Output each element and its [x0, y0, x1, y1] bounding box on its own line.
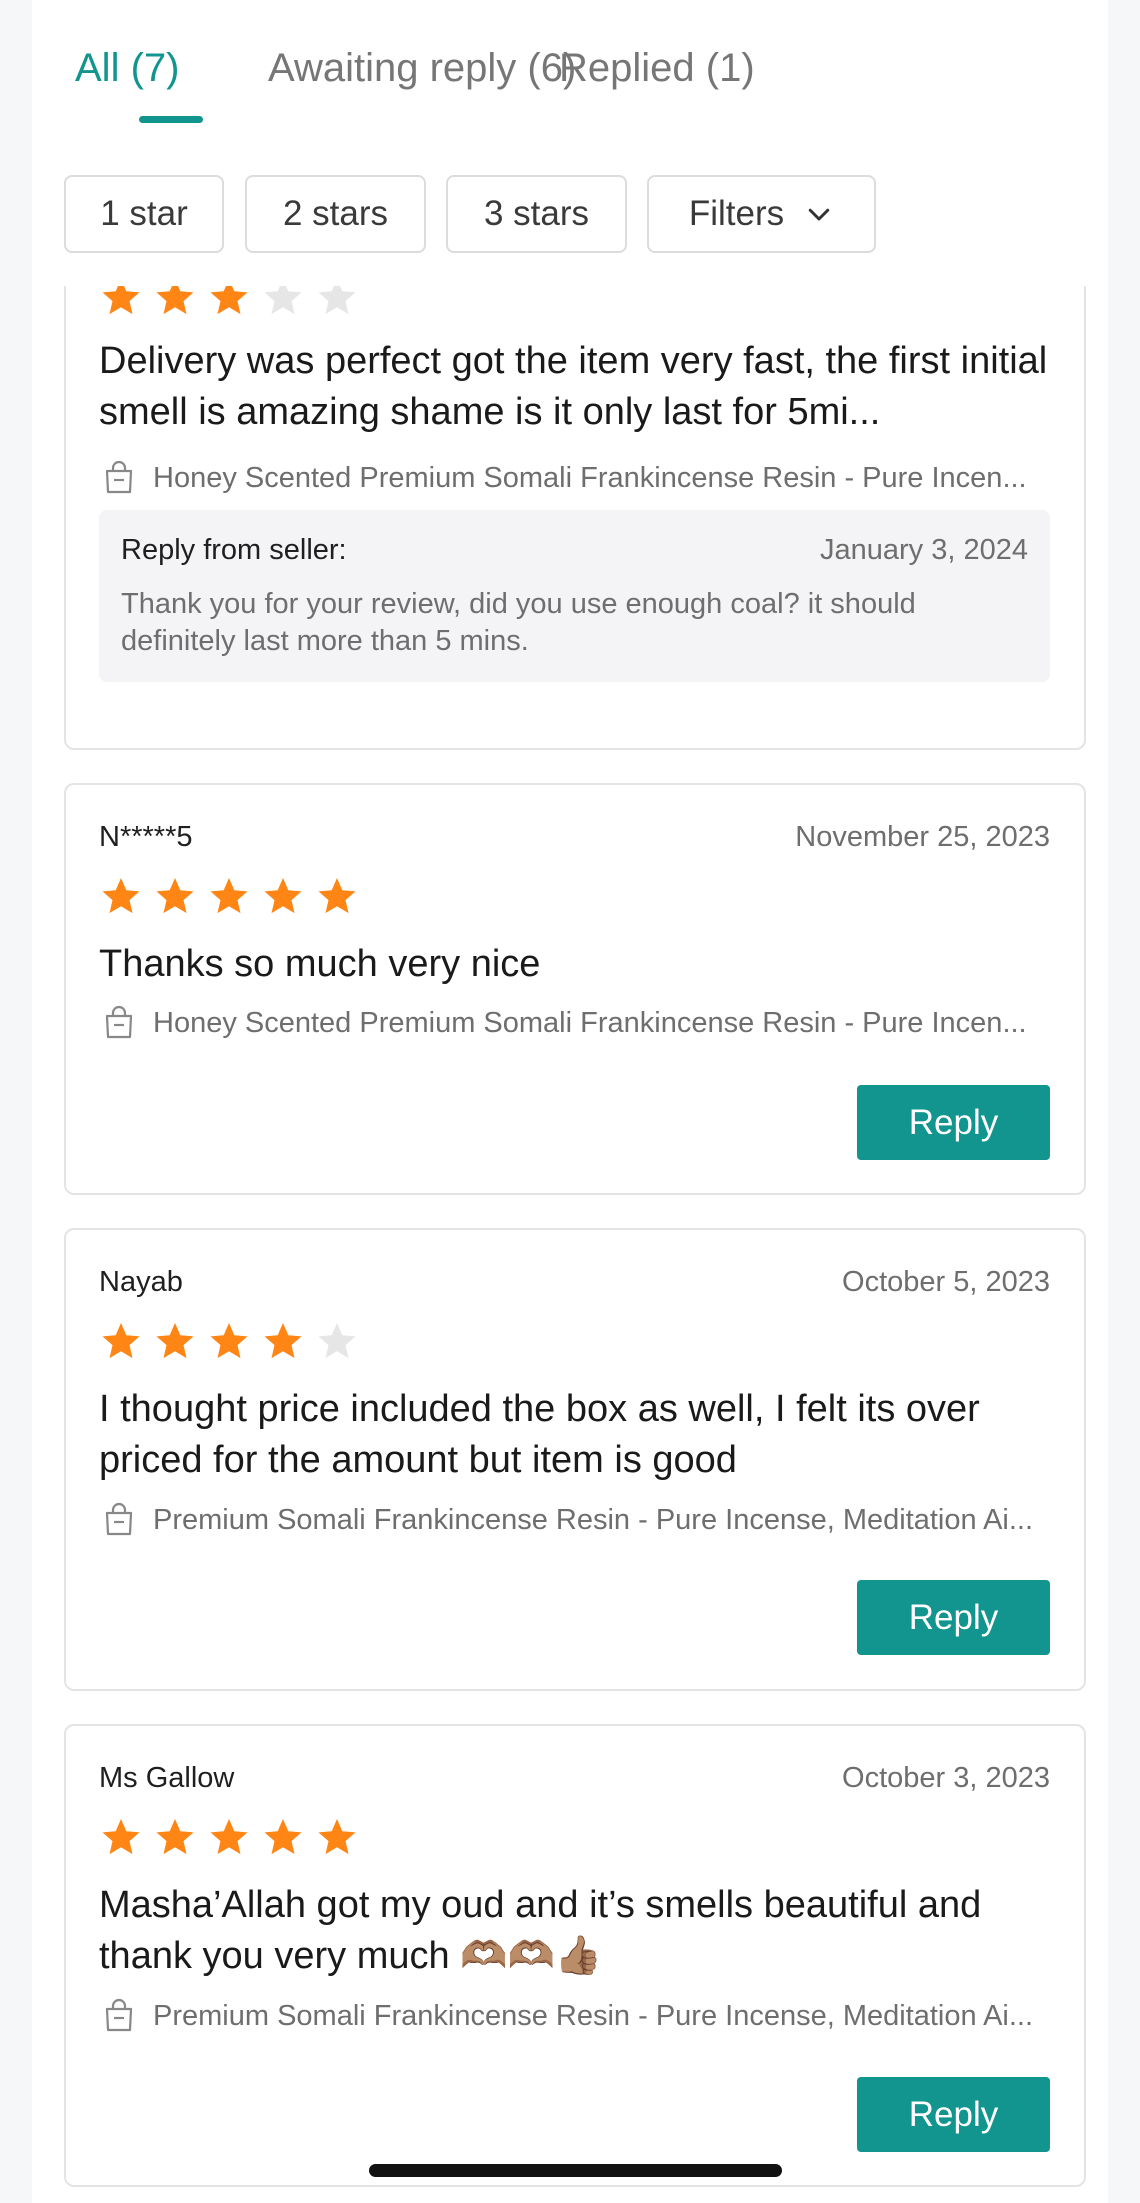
filter-chip-3-stars[interactable]: 3 stars: [446, 175, 627, 253]
seller-reply-text: Thank you for your review, did you use e…: [121, 588, 916, 657]
seller-reply-label: Reply from seller:: [121, 534, 347, 566]
star-filled-icon: [264, 878, 302, 914]
shopping-bag-icon: [105, 1005, 133, 1039]
product-link[interactable]: Honey Scented Premium Somali Frankincens…: [101, 458, 1054, 498]
review-date: October 3, 2023: [842, 1762, 1050, 1794]
product-name: Honey Scented Premium Somali Frankincens…: [153, 1006, 1027, 1039]
seller-reply-date: January 3, 2024: [820, 534, 1028, 566]
star-filled-icon: [156, 286, 194, 315]
star-filled-icon: [156, 1323, 194, 1359]
star-filled-icon: [318, 1819, 356, 1855]
active-tab-indicator: [139, 116, 203, 123]
reviewer-name: Ms Gallow: [99, 1762, 235, 1794]
reply-button[interactable]: Reply: [857, 1085, 1050, 1160]
reply-button[interactable]: Reply: [857, 1580, 1050, 1655]
shopping-bag-icon: [105, 1998, 133, 2032]
chevron-down-icon: [808, 208, 830, 221]
shopping-bag-icon: [105, 460, 133, 494]
star-filled-icon: [264, 1323, 302, 1359]
star-filled-icon: [102, 878, 140, 914]
star-filled-icon: [210, 286, 248, 315]
star-filled-icon: [156, 1819, 194, 1855]
filter-chip-2-stars[interactable]: 2 stars: [245, 175, 426, 253]
review-list[interactable]: Delivery was perfect got the item very f…: [32, 286, 1108, 2203]
review-text: Delivery was perfect got the item very f…: [99, 340, 1048, 433]
reviewer-name: Nayab: [99, 1266, 183, 1298]
review-date: November 25, 2023: [795, 821, 1050, 853]
review-text: Thanks so much very nice: [99, 943, 541, 985]
star-filled-icon: [210, 1819, 248, 1855]
reply-button[interactable]: Reply: [857, 2077, 1050, 2152]
star-empty-icon: [264, 286, 302, 315]
star-filled-icon: [102, 1323, 140, 1359]
filters-dropdown[interactable]: Filters: [647, 175, 876, 253]
filter-chip-1-star[interactable]: 1 star: [64, 175, 224, 253]
star-empty-icon: [318, 286, 356, 315]
review-card: N*****5 November 25, 2023 Thanks so much…: [64, 783, 1086, 1195]
filters-dropdown-label: Filters: [688, 194, 785, 233]
product-name: Premium Somali Frankincense Resin - Pure…: [153, 1999, 1034, 2032]
star-filled-icon: [264, 1819, 302, 1855]
review-card: Delivery was perfect got the item very f…: [64, 286, 1086, 750]
reviews-panel: All (7) Awaiting reply (6) Replied (1) 1…: [32, 0, 1108, 2203]
star-filled-icon: [210, 878, 248, 914]
tab-all[interactable]: All (7): [75, 46, 179, 91]
product-name: Honey Scented Premium Somali Frankincens…: [153, 461, 1027, 494]
review-card: Ms Gallow October 3, 2023 Masha’Allah go…: [64, 1724, 1086, 2187]
seller-reply-box: Reply from seller: January 3, 2024 Thank…: [99, 510, 1050, 682]
tab-replied[interactable]: Replied (1): [559, 46, 755, 91]
review-card: Nayab October 5, 2023 I thought price in…: [64, 1228, 1086, 1691]
star-filled-icon: [210, 1323, 248, 1359]
star-filled-icon: [102, 1819, 140, 1855]
shopping-bag-icon: [105, 1502, 133, 1536]
home-indicator[interactable]: [369, 2164, 782, 2177]
product-link[interactable]: Honey Scented Premium Somali Frankincens…: [101, 1003, 1054, 1043]
reviewer-name: N*****5: [99, 821, 193, 853]
review-text: Masha’Allah got my oud and it’s smells b…: [99, 1884, 982, 1977]
star-filled-icon: [156, 878, 194, 914]
star-filled-icon: [102, 286, 140, 315]
product-link[interactable]: Premium Somali Frankincense Resin - Pure…: [101, 1996, 1054, 2036]
product-name: Premium Somali Frankincense Resin - Pure…: [153, 1503, 1034, 1536]
star-empty-icon: [318, 1323, 356, 1359]
product-link[interactable]: Premium Somali Frankincense Resin - Pure…: [101, 1500, 1054, 1540]
star-filled-icon: [318, 878, 356, 914]
review-text: I thought price included the box as well…: [99, 1388, 980, 1481]
tab-awaiting-reply[interactable]: Awaiting reply (6): [268, 46, 576, 91]
review-date: October 5, 2023: [842, 1266, 1050, 1298]
